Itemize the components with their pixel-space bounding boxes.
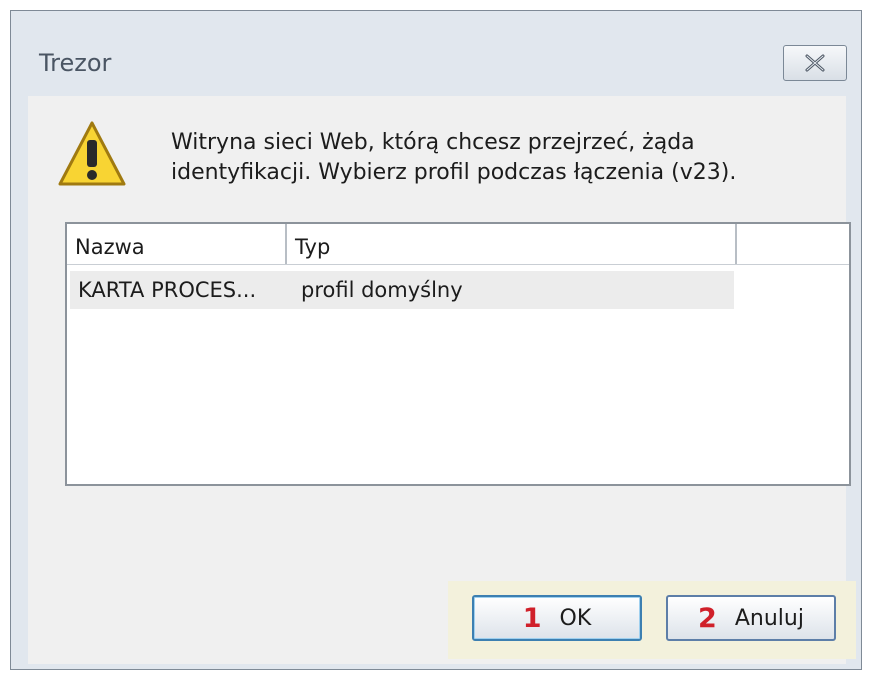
ok-button-label: OK bbox=[559, 605, 592, 631]
dialog-window: Trezor Witryna sieci Web, którą chcesz p… bbox=[10, 10, 862, 670]
profile-list[interactable]: Nazwa Typ KARTA PROCES... profil domyśln… bbox=[65, 222, 851, 486]
cancel-button-label: Anuluj bbox=[734, 605, 804, 631]
close-icon bbox=[805, 54, 825, 72]
close-button[interactable] bbox=[783, 45, 847, 81]
list-header: Nazwa Typ bbox=[67, 224, 849, 265]
column-header-type[interactable]: Typ bbox=[287, 224, 737, 264]
title-bar: Trezor bbox=[11, 11, 861, 96]
list-item-name: KARTA PROCES... bbox=[78, 278, 257, 302]
button-area: 1 OK 2 Anuluj bbox=[448, 581, 856, 659]
ok-step-number: 1 bbox=[522, 602, 542, 634]
ok-button[interactable]: 1 OK bbox=[472, 595, 642, 641]
dialog-message: Witryna sieci Web, którą chcesz przejrze… bbox=[171, 130, 737, 185]
column-header-name[interactable]: Nazwa bbox=[67, 224, 287, 264]
window-title: Trezor bbox=[39, 49, 112, 77]
list-item-type: profil domyślny bbox=[301, 278, 463, 302]
cancel-step-number: 2 bbox=[698, 602, 717, 634]
dialog-content: Witryna sieci Web, którą chcesz przejrze… bbox=[28, 96, 856, 664]
list-item[interactable]: KARTA PROCES... profil domyślny bbox=[70, 271, 734, 309]
warning-icon bbox=[58, 121, 126, 186]
cancel-button[interactable]: 2 Anuluj bbox=[666, 595, 836, 641]
